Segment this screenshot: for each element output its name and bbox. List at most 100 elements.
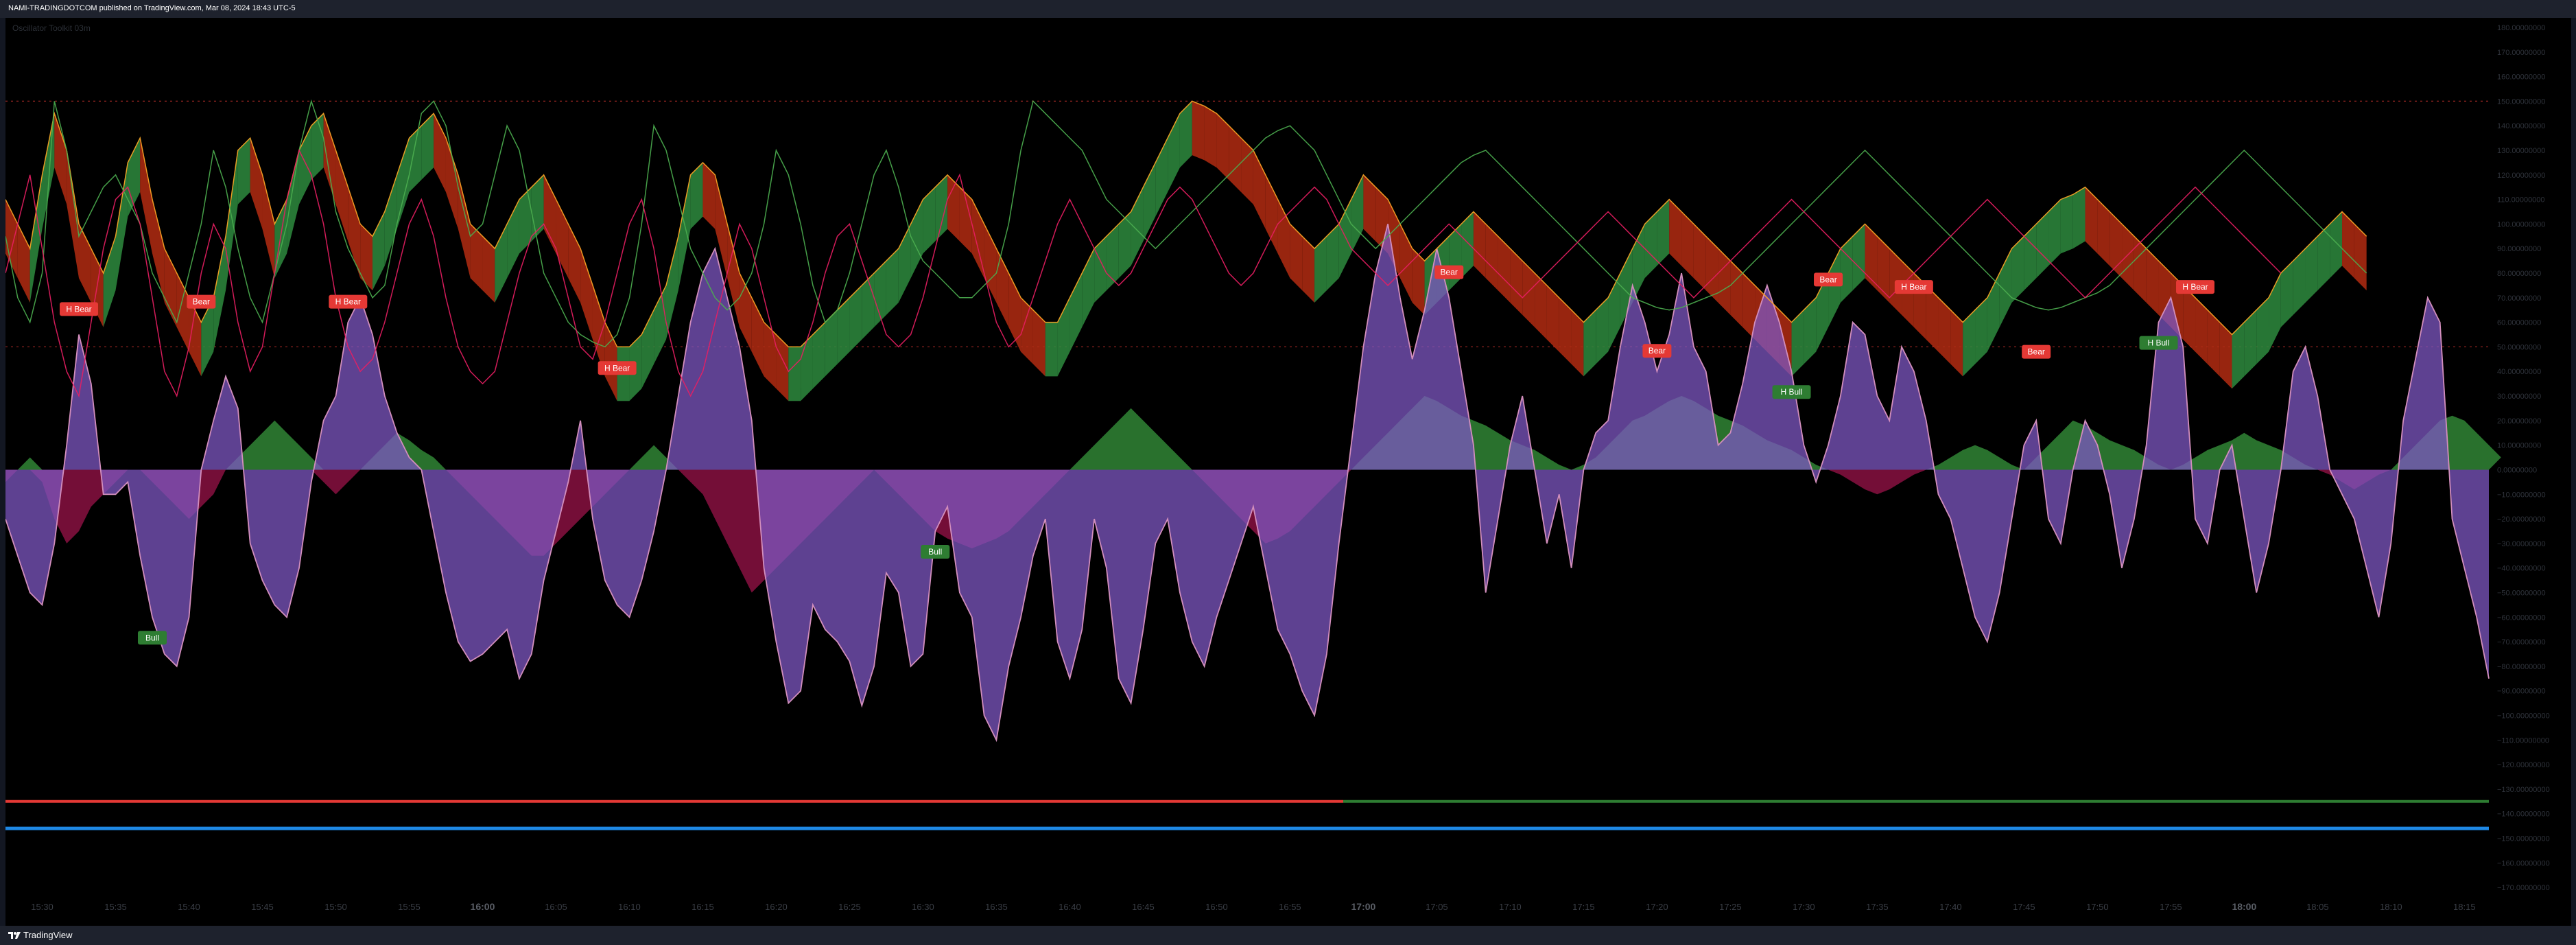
signal-label: H Bull	[1781, 387, 1803, 397]
signal-label: H Bear	[2182, 282, 2208, 292]
signal-label: Bear	[193, 297, 210, 307]
signal-label: H Bear	[1901, 282, 1926, 292]
y-tick-label: −60.00000000	[2497, 614, 2546, 622]
x-tick-label: 17:15	[1572, 902, 1595, 912]
y-tick-label: −70.00000000	[2497, 638, 2546, 646]
x-tick-label: 17:10	[1499, 902, 1522, 912]
y-tick-label: 10.00000000	[2497, 442, 2541, 450]
x-tick-label: 15:35	[104, 902, 127, 912]
y-tick-label: 100.00000000	[2497, 220, 2545, 229]
y-tick-label: −10.00000000	[2497, 491, 2546, 499]
x-tick-label: 16:10	[618, 902, 641, 912]
signal-label: Bear	[1441, 268, 1458, 277]
ribbon-segment	[1045, 322, 1058, 377]
y-tick-label: 150.00000000	[2497, 97, 2545, 106]
histogram	[5, 224, 2490, 743]
x-tick-label: 15:45	[251, 902, 274, 912]
x-tick-label: 16:00	[471, 901, 495, 912]
y-tick-label: 160.00000000	[2497, 73, 2545, 82]
x-tick-label: 18:15	[2453, 902, 2476, 912]
ribbon-segment	[323, 113, 336, 205]
x-tick-label: 16:20	[765, 902, 788, 912]
y-tick-label: −130.00000000	[2497, 786, 2550, 794]
price-axis[interactable]: 180.00000000 170.00000000 160.00000000 150.…	[2497, 24, 2550, 892]
x-tick-label: 16:25	[838, 902, 861, 912]
watermark: Oscillator Toolkit 03m	[12, 23, 91, 33]
y-tick-label: 90.00000000	[2497, 245, 2541, 253]
y-tick-label: −30.00000000	[2497, 540, 2546, 548]
y-tick-label: 110.00000000	[2497, 196, 2545, 205]
tradingview-brand: TradingView	[23, 930, 73, 940]
x-tick-label: 17:00	[1351, 901, 1376, 912]
y-tick-label: 80.00000000	[2497, 270, 2541, 278]
x-tick-label: 17:20	[1646, 902, 1668, 912]
y-tick-label: 120.00000000	[2497, 172, 2545, 180]
time-axis[interactable]: 15:30 15:35 15:40 15:45 15:50 15:55 16:00 16:05…	[31, 901, 2475, 912]
x-tick-label: 17:40	[1939, 902, 1962, 912]
ribbon-segment	[788, 347, 801, 401]
x-tick-label: 15:50	[324, 902, 347, 912]
x-tick-label: 17:25	[1719, 902, 1742, 912]
y-tick-label: 40.00000000	[2497, 368, 2541, 376]
x-tick-label: 18:05	[2306, 902, 2329, 912]
ribbon-segment	[665, 236, 678, 340]
y-tick-label: −160.00000000	[2497, 859, 2550, 867]
y-tick-label: 140.00000000	[2497, 122, 2545, 130]
y-tick-label: −150.00000000	[2497, 835, 2550, 843]
x-tick-label: 15:40	[178, 902, 200, 912]
y-tick-label: −170.00000000	[2497, 884, 2550, 892]
y-tick-label: −100.00000000	[2497, 712, 2550, 720]
ribbon-segment	[103, 236, 116, 327]
y-tick-label: 0.00000000	[2497, 466, 2537, 474]
y-tick-label: 70.00000000	[2497, 294, 2541, 303]
x-tick-label: 15:55	[398, 902, 421, 912]
tradingview-logo-icon[interactable]	[8, 931, 21, 940]
signal-label: Bear	[2028, 347, 2045, 357]
x-tick-label: 16:35	[985, 902, 1008, 912]
ribbon-segment	[445, 138, 458, 229]
chart-pane[interactable]: H Bear Bear H Bear H Bear Bear Bear Bear H Bear…	[5, 18, 2571, 926]
publish-info: NAMI-TRADINGDOTCOM published on TradingV…	[8, 4, 296, 12]
y-tick-label: −110.00000000	[2497, 736, 2549, 745]
signal-label: Bull	[928, 547, 942, 557]
y-tick-label: 30.00000000	[2497, 393, 2541, 401]
footer-bar: TradingView	[0, 926, 2576, 945]
x-tick-label: 15:30	[31, 902, 54, 912]
status-lines	[5, 800, 2489, 830]
x-tick-label: 17:30	[1793, 902, 1815, 912]
x-tick-label: 18:10	[2380, 902, 2402, 912]
y-tick-label: −90.00000000	[2497, 688, 2546, 696]
x-tick-label: 16:55	[1279, 902, 1301, 912]
y-tick-label: −40.00000000	[2497, 565, 2546, 573]
y-tick-label: 50.00000000	[2497, 343, 2541, 351]
publish-header: NAMI-TRADINGDOTCOM published on TradingV…	[0, 0, 2576, 18]
ribbon-segment	[262, 174, 275, 279]
ribbon-segment	[287, 150, 299, 254]
oscillator-chart[interactable]: H Bear Bear H Bear H Bear Bear Bear Bear H Bear…	[5, 18, 2571, 926]
y-tick-label: 170.00000000	[2497, 49, 2545, 57]
x-tick-label: 16:50	[1205, 902, 1228, 912]
y-tick-label: −140.00000000	[2497, 810, 2550, 819]
x-tick-label: 17:45	[2013, 902, 2035, 912]
ribbon-segment	[2060, 194, 2073, 254]
x-tick-label: 17:05	[1426, 902, 1448, 912]
ribbon-segment	[1192, 101, 1205, 161]
ribbon-segment	[152, 199, 165, 303]
ribbon-segment	[348, 187, 361, 279]
signal-label: H Bull	[2148, 338, 2170, 348]
y-tick-label: 20.00000000	[2497, 417, 2541, 425]
ribbon-segment	[580, 248, 593, 340]
x-tick-label: 17:35	[1866, 902, 1889, 912]
x-tick-label: 17:55	[2160, 902, 2182, 912]
y-tick-label: 180.00000000	[2497, 24, 2545, 32]
ribbon-segment	[2072, 187, 2085, 249]
ribbon-segment	[335, 150, 348, 242]
signal-label: H Bear	[66, 304, 91, 314]
y-tick-label: 60.00000000	[2497, 319, 2541, 327]
y-tick-label: −120.00000000	[2497, 761, 2550, 769]
x-tick-label: 16:40	[1059, 902, 1081, 912]
ribbon-segment	[678, 174, 691, 291]
y-tick-label: −20.00000000	[2497, 515, 2546, 524]
signal-label: Bear	[1819, 275, 1836, 284]
y-tick-label: −80.00000000	[2497, 663, 2546, 671]
